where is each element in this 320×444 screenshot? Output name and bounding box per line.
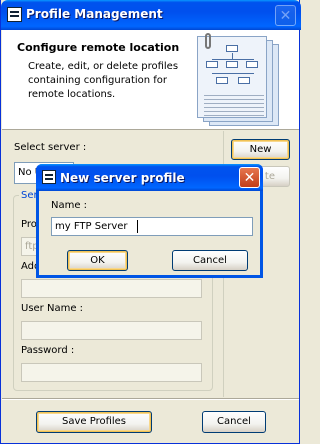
header-panel: Configure remote location Create, edit, … [2,30,299,130]
name-input-value: my FTP Server [55,221,128,232]
cancel-button[interactable]: Cancel [202,411,266,433]
window-close-button[interactable]: ✕ [275,5,296,26]
app-icon [7,7,22,22]
password-field[interactable] [21,363,202,382]
select-server-label: Select server : [14,142,87,153]
close-icon: ✕ [279,8,292,24]
header-title: Configure remote location [17,41,180,54]
username-field[interactable] [21,321,202,340]
footer-separator [2,398,299,400]
delete-button-label: te [264,171,275,182]
app-icon [42,170,56,184]
dialog-title: New server profile [60,171,185,185]
new-button[interactable]: New [231,139,290,160]
name-label: Name : [51,200,88,211]
window-titlebar[interactable]: Profile Management ✕ [1,0,301,30]
document-diagram-icon [195,33,283,126]
text-caret [137,220,138,233]
dialog-cancel-button[interactable]: Cancel [172,250,248,271]
username-label: User Name : [21,303,84,314]
protocol-label: Pro [21,219,37,230]
name-input[interactable]: my FTP Server [51,217,253,236]
new-server-profile-dialog: New server profile ✕ Name : my FTP Serve… [36,164,263,278]
address-field[interactable] [21,279,202,298]
ok-button[interactable]: OK [67,250,128,271]
window-title: Profile Management [26,7,163,21]
header-description: Create, edit, or delete profiles contain… [28,61,179,100]
dialog-close-button[interactable]: ✕ [239,167,260,188]
password-label: Password : [21,345,75,356]
paperclip-icon [205,33,211,49]
dialog-titlebar[interactable]: New server profile ✕ [36,164,263,191]
save-profiles-button[interactable]: Save Profiles [36,411,152,433]
close-icon: ✕ [243,170,256,186]
